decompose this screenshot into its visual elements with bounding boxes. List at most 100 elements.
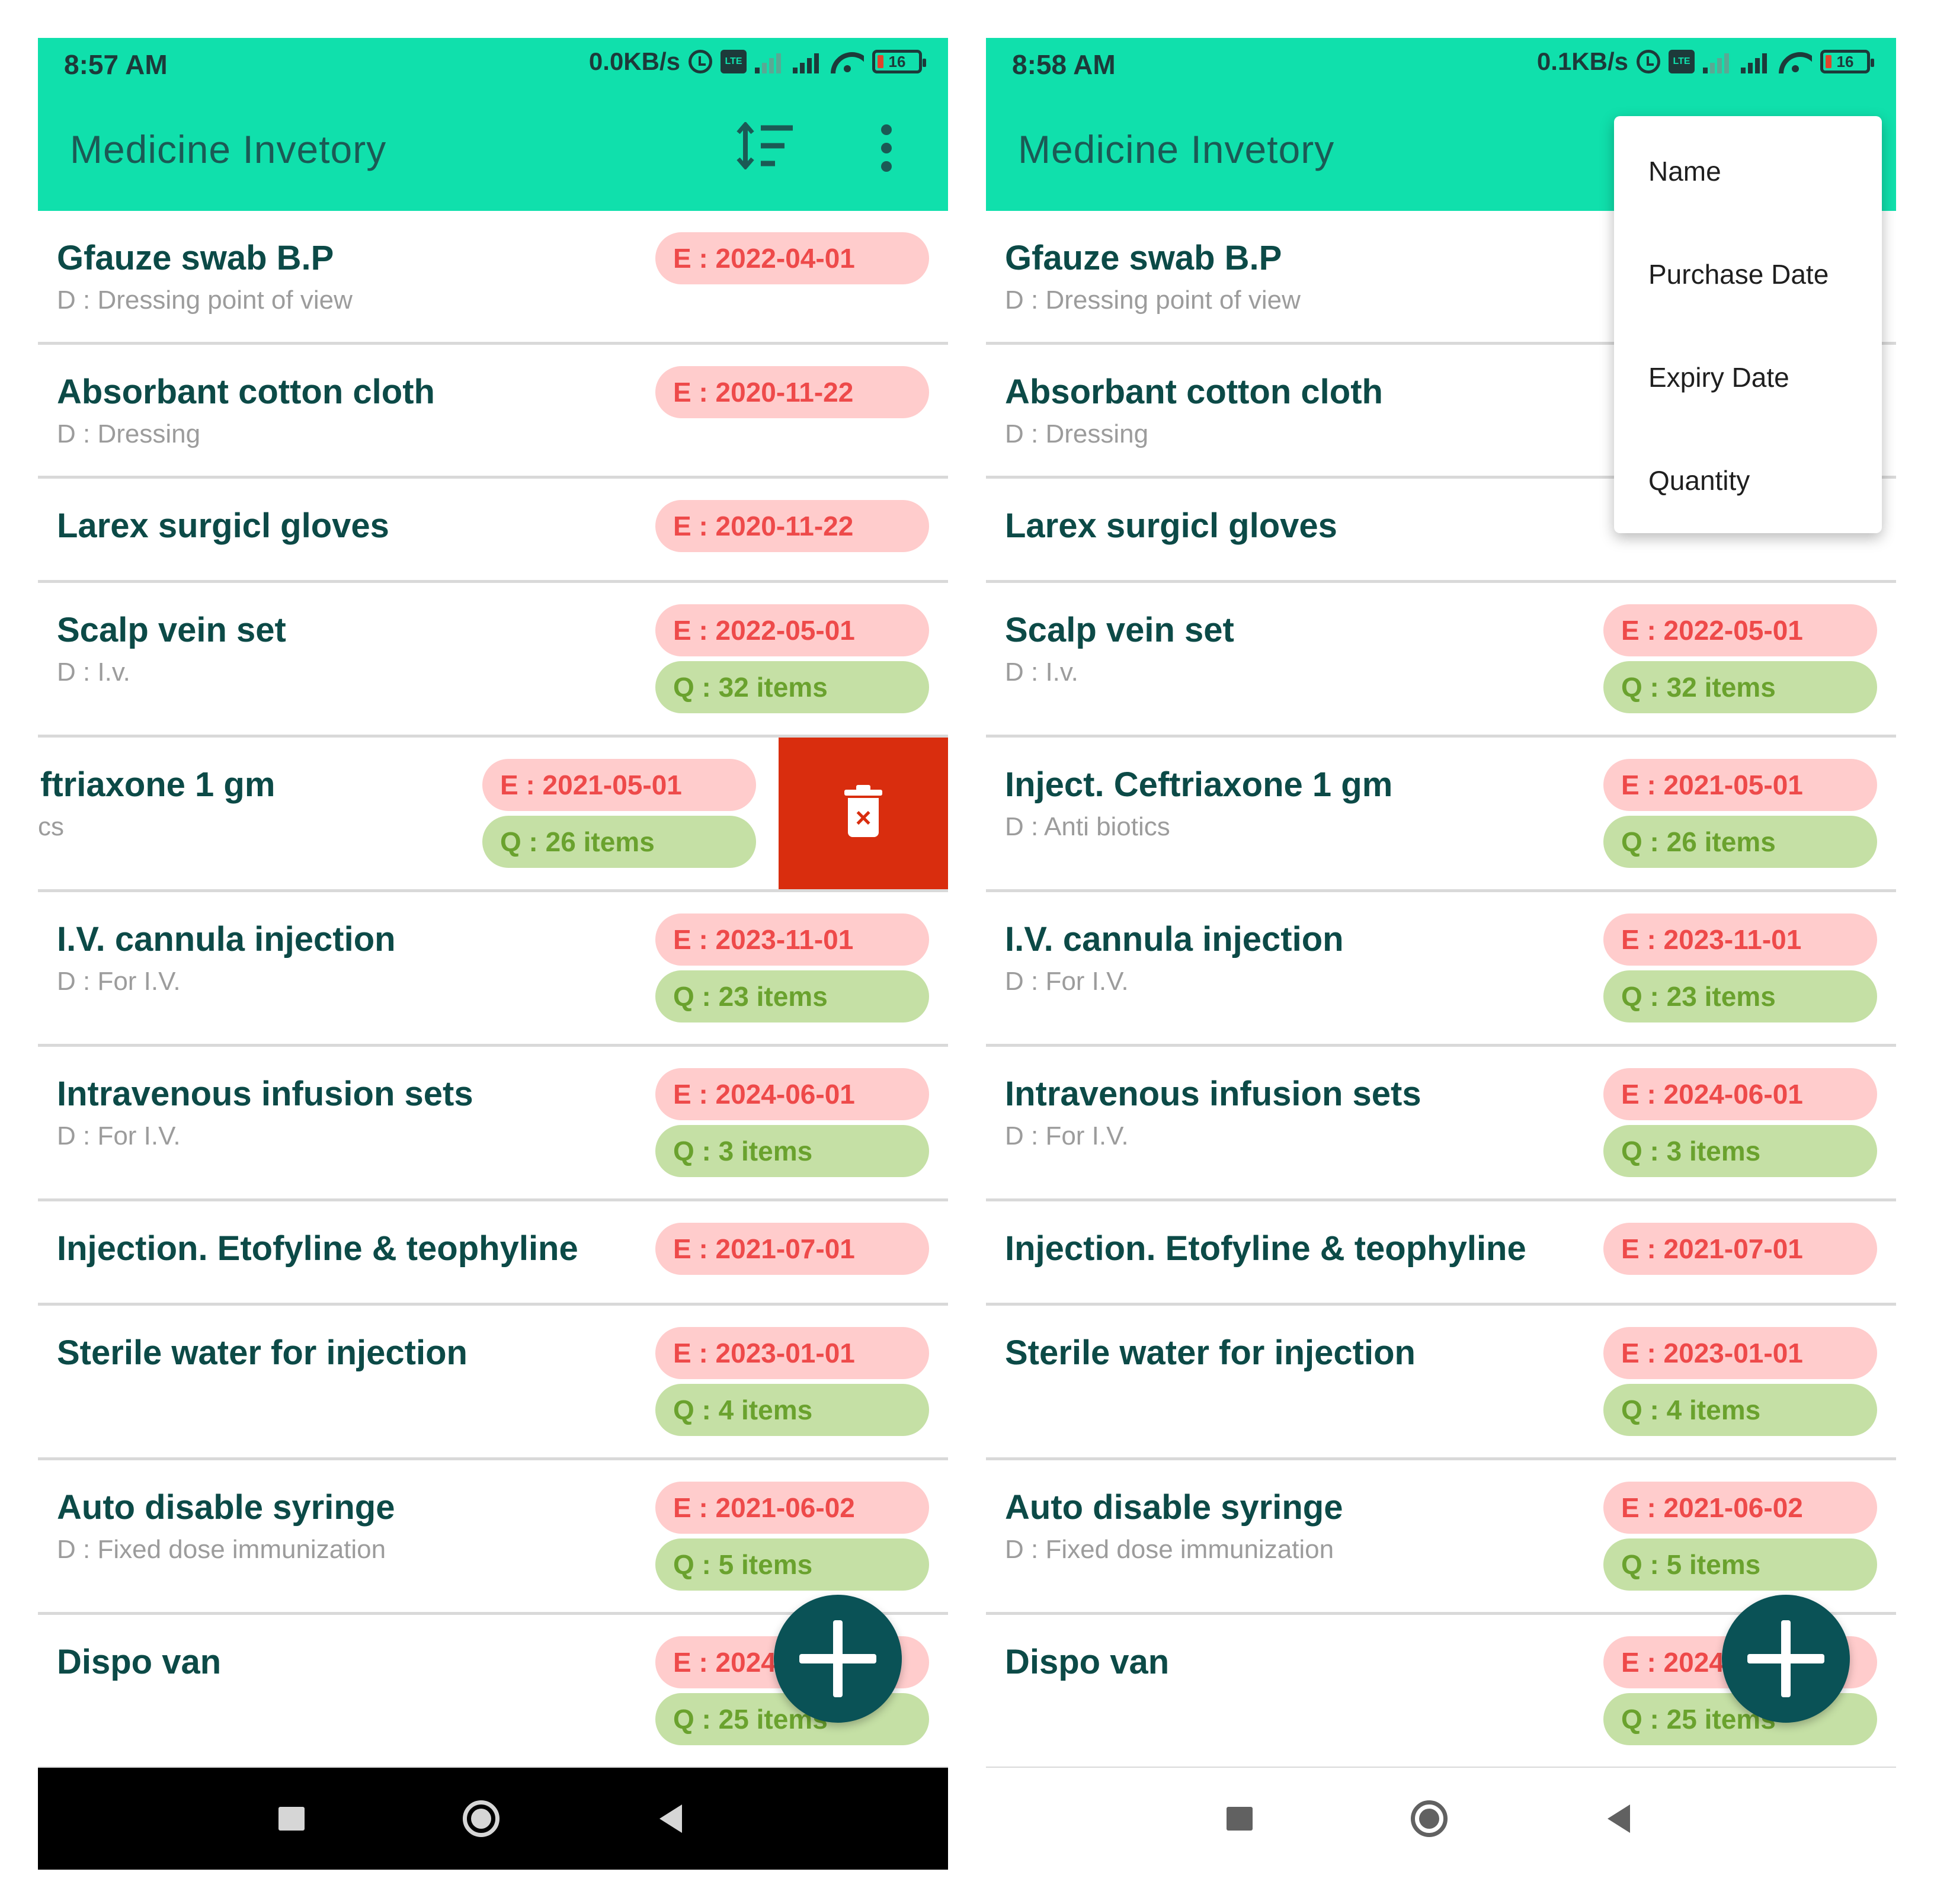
item-name: Auto disable syringe xyxy=(1005,1488,1343,1527)
back-icon xyxy=(1608,1804,1630,1833)
item-name: Scalp vein set xyxy=(1005,611,1234,649)
app-bar: 8:57 AM 0.0KB/s LTE 16 Medicine Invetory xyxy=(38,38,948,211)
list-item[interactable]: Intravenous infusion sets D : For I.V. E… xyxy=(38,1047,948,1201)
wifi-icon xyxy=(1779,50,1812,73)
list-item[interactable]: Absorbant cotton cloth D : Dressing E : … xyxy=(38,345,948,479)
list-item[interactable]: Scalp vein set D : I.v. E : 2022-05-01 Q… xyxy=(38,583,948,738)
quantity-badge: Q : 5 items xyxy=(1603,1538,1877,1591)
sort-by-quantity[interactable]: Quantity xyxy=(1614,429,1882,532)
list-item[interactable]: Injection. Etofyline & teophyline E : 20… xyxy=(38,1201,948,1306)
item-name: ftriaxone 1 gm xyxy=(40,765,276,804)
list-item[interactable]: Sterile water for injection E : 2023-01-… xyxy=(38,1306,948,1460)
list-item[interactable]: Gfauze swab B.P D : Dressing point of vi… xyxy=(38,211,948,345)
list-item[interactable]: Sterile water for injection E : 2023-01-… xyxy=(986,1306,1896,1460)
list-item[interactable]: Scalp vein set D : I.v. E : 2022-05-01 Q… xyxy=(986,583,1896,738)
status-time: 8:58 AM xyxy=(1012,49,1116,80)
list-item[interactable]: Injection. Etofyline & teophyline E : 20… xyxy=(986,1201,1896,1306)
recents-button[interactable] xyxy=(1204,1768,1275,1870)
list-item[interactable]: Larex surgicl gloves E : 2020-11-22 xyxy=(38,479,948,583)
home-icon xyxy=(463,1800,499,1837)
status-icons: 0.0KB/s LTE 16 xyxy=(588,47,926,76)
recents-button[interactable] xyxy=(256,1768,327,1870)
status-icons: 0.1KB/s LTE 16 xyxy=(1536,47,1874,76)
quantity-badge: Q : 4 items xyxy=(1603,1384,1877,1436)
more-vert-icon[interactable] xyxy=(879,124,894,172)
expiry-badge: E : 2024-06-01 xyxy=(655,1068,929,1120)
quantity-badge: Q : 3 items xyxy=(655,1125,929,1177)
volte-icon: LTE xyxy=(1669,50,1695,73)
item-description: D : For I.V. xyxy=(1005,967,1129,996)
item-description: D : Dressing point of view xyxy=(57,286,353,315)
item-description: D : For I.V. xyxy=(57,1121,181,1150)
app-title: Medicine Invetory xyxy=(1018,127,1335,171)
item-description: D : Dressing xyxy=(1005,419,1149,448)
expiry-badge: E : 2021-06-02 xyxy=(655,1482,929,1534)
delete-icon: × xyxy=(844,785,882,839)
item-name: Sterile water for injection xyxy=(57,1334,468,1372)
item-name: I.V. cannula injection xyxy=(57,920,396,959)
network-speed: 0.0KB/s xyxy=(588,47,680,75)
expiry-badge: E : 2020-11-22 xyxy=(655,500,929,552)
list-item[interactable]: Auto disable syringe D : Fixed dose immu… xyxy=(986,1460,1896,1615)
expiry-badge: E : 2022-05-01 xyxy=(1603,604,1877,656)
list-item[interactable]: I.V. cannula injection D : For I.V. E : … xyxy=(38,892,948,1047)
item-name: Scalp vein set xyxy=(57,611,286,649)
quantity-badge: Q : 3 items xyxy=(1603,1125,1877,1177)
item-name: Dispo van xyxy=(1005,1643,1170,1681)
expiry-badge: E : 2021-07-01 xyxy=(655,1223,929,1275)
status-time: 8:57 AM xyxy=(64,49,168,80)
back-button[interactable] xyxy=(1583,1768,1654,1870)
quantity-badge: Q : 26 items xyxy=(482,816,756,868)
item-name: Gfauze swab B.P xyxy=(57,239,334,277)
battery-icon: 16 xyxy=(1820,50,1874,73)
battery-icon: 16 xyxy=(872,50,926,73)
expiry-badge: E : 2021-07-01 xyxy=(1603,1223,1877,1275)
app-title: Medicine Invetory xyxy=(70,127,387,171)
expiry-badge: E : 2023-11-01 xyxy=(1603,913,1877,966)
list-item[interactable]: Auto disable syringe D : Fixed dose immu… xyxy=(38,1460,948,1615)
expiry-badge: E : 2021-05-01 xyxy=(1603,759,1877,811)
wifi-icon xyxy=(831,50,864,73)
list-item[interactable]: I.V. cannula injection D : For I.V. E : … xyxy=(986,892,1896,1047)
item-name: Inject. Ceftriaxone 1 gm xyxy=(1005,765,1393,804)
item-description: cs xyxy=(38,812,64,841)
sort-by-name[interactable]: Name xyxy=(1614,120,1882,223)
expiry-badge: E : 2023-01-01 xyxy=(655,1327,929,1379)
signal-sim1-icon xyxy=(1741,50,1770,73)
item-name: Absorbant cotton cloth xyxy=(57,373,435,411)
volte-icon: LTE xyxy=(721,50,747,73)
home-icon xyxy=(1411,1800,1448,1837)
sort-by-purchase-date[interactable]: Purchase Date xyxy=(1614,223,1882,326)
item-name: Dispo van xyxy=(57,1643,222,1681)
add-medicine-fab[interactable] xyxy=(1722,1595,1850,1723)
quantity-badge: Q : 23 items xyxy=(655,970,929,1022)
back-button[interactable] xyxy=(635,1768,706,1870)
add-medicine-fab[interactable] xyxy=(774,1595,902,1723)
item-name: Larex surgicl gloves xyxy=(1005,507,1337,545)
phone-screen-left: 8:57 AM 0.0KB/s LTE 16 Medicine Invetory… xyxy=(38,38,948,1870)
signal-sim1-icon xyxy=(793,50,822,73)
item-name: Injection. Etofyline & teophyline xyxy=(57,1229,578,1268)
list-item[interactable]: Intravenous infusion sets D : For I.V. E… xyxy=(986,1047,1896,1201)
sort-icon[interactable] xyxy=(736,122,795,169)
sort-menu: Name Purchase Date Expiry Date Quantity xyxy=(1614,116,1882,533)
list-item[interactable]: Inject. Ceftriaxone 1 gm D : Anti biotic… xyxy=(986,738,1896,892)
home-button[interactable] xyxy=(1394,1768,1465,1870)
network-speed: 0.1KB/s xyxy=(1536,47,1628,75)
system-nav-bar xyxy=(38,1768,948,1870)
home-button[interactable] xyxy=(446,1768,517,1870)
item-description: D : Fixed dose immunization xyxy=(57,1535,386,1564)
expiry-badge: E : 2022-05-01 xyxy=(655,604,929,656)
list-item-swiped[interactable]: ftriaxone 1 gm cs E : 2021-05-01 Q : 26 … xyxy=(38,738,948,892)
sort-by-expiry-date[interactable]: Expiry Date xyxy=(1614,326,1882,429)
back-icon xyxy=(659,1804,682,1833)
alarm-icon xyxy=(689,50,712,73)
expiry-badge: E : 2023-11-01 xyxy=(655,913,929,966)
phone-screen-right: 8:58 AM 0.1KB/s LTE 16 Medicine Invetory… xyxy=(986,38,1896,1870)
delete-button[interactable]: × xyxy=(779,738,948,889)
quantity-badge: Q : 32 items xyxy=(655,661,929,713)
item-name: Intravenous infusion sets xyxy=(1005,1075,1421,1113)
swiped-row-content[interactable]: ftriaxone 1 gm cs E : 2021-05-01 Q : 26 … xyxy=(38,738,775,889)
expiry-badge: E : 2024-06-01 xyxy=(1603,1068,1877,1120)
item-description: D : Dressing point of view xyxy=(1005,286,1301,315)
